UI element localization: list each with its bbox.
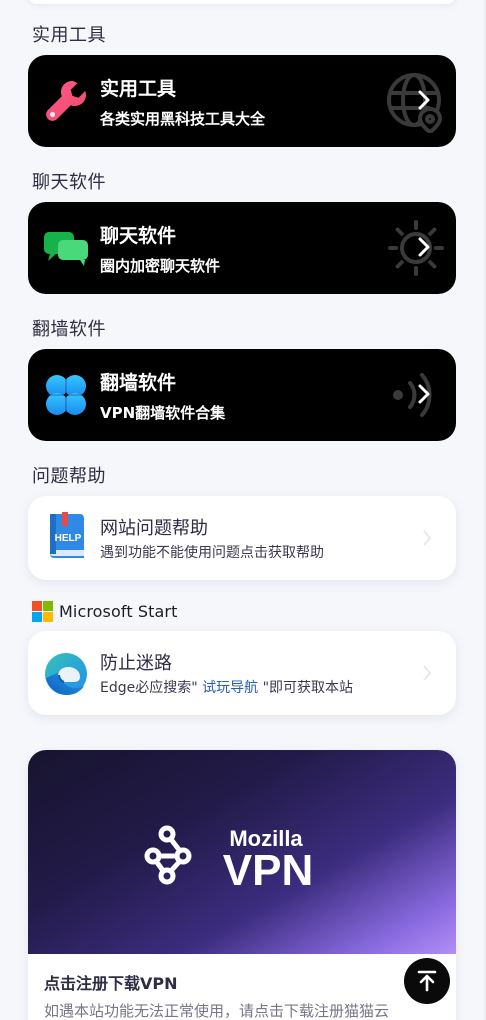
chevron-right-icon: [418, 384, 430, 404]
page: 实用工具 实用工具 各类实用黑科技工具大全 聊天软件 聊天软件 圈内加密聊天软件…: [0, 0, 486, 1020]
chat-card-subtitle: 圈内加密聊天软件: [100, 257, 221, 275]
help-card-subtitle: 遇到功能不能使用问题点击获取帮助: [100, 545, 324, 561]
edge-card-subtitle: Edge必应搜索" 试玩导航 "即可获取本站: [100, 677, 353, 697]
vpn-card-title: 翻墙软件: [100, 372, 177, 394]
section-heading-help: 问题帮助: [32, 466, 106, 487]
chevron-right-icon: [423, 665, 432, 681]
edge-card[interactable]: 防止迷路 Edge必应搜索" 试玩导航 "即可获取本站: [28, 631, 456, 715]
edge-subtitle-suffix: "即可获取本站: [262, 680, 354, 696]
edge-subtitle-prefix: Edge必应搜索": [100, 680, 198, 696]
tools-card-title: 实用工具: [100, 78, 177, 100]
arrow-up-to-line-icon: [417, 970, 437, 992]
microsoft-start-brand: Microsoft Start: [32, 600, 177, 622]
promo-description: 如遇本站功能无法正常使用，请点击下载注册猫猫云: [44, 1002, 390, 1020]
chat-bubbles-icon: [44, 232, 88, 266]
clover-icon: [46, 375, 86, 415]
chat-card[interactable]: 聊天软件 圈内加密聊天软件: [28, 202, 456, 294]
vpn-promo-card[interactable]: Mozilla VPN 点击注册下载VPN 如遇本站功能无法正常使用，请点击下载…: [28, 750, 456, 1020]
chat-card-title: 聊天软件: [100, 225, 177, 247]
help-book-icon: HELP: [50, 512, 84, 558]
chevron-right-icon: [418, 90, 430, 110]
mozilla-vpn-logo: Mozilla VPN: [144, 825, 313, 886]
promo-title: 点击注册下载VPN: [44, 974, 178, 993]
svg-text:VPN: VPN: [223, 846, 313, 886]
vpn-card[interactable]: 翻墙软件 VPN翻墙软件合集: [28, 349, 456, 441]
edge-card-title: 防止迷路: [100, 653, 172, 674]
chevron-right-icon: [423, 530, 432, 546]
previous-card-edge: [28, 0, 456, 4]
try-nav-link[interactable]: 试玩导航: [202, 680, 258, 696]
help-card-title: 网站问题帮助: [100, 518, 208, 539]
chevron-right-icon: [418, 237, 430, 257]
tools-card-subtitle: 各类实用黑科技工具大全: [100, 110, 266, 128]
vpn-card-subtitle: VPN翻墙软件合集: [100, 404, 226, 422]
help-card[interactable]: HELP 网站问题帮助 遇到功能不能使用问题点击获取帮助: [28, 496, 456, 580]
section-heading-vpn: 翻墙软件: [32, 319, 106, 340]
microsoft-start-label: Microsoft Start: [59, 601, 178, 621]
edge-icon: [45, 653, 87, 695]
section-heading-tools: 实用工具: [32, 25, 106, 46]
svg-text:HELP: HELP: [55, 533, 82, 544]
wrench-icon: [46, 81, 86, 121]
back-to-top-button[interactable]: [404, 958, 450, 1004]
promo-banner: Mozilla VPN: [28, 750, 456, 954]
microsoft-logo-icon: [32, 600, 53, 622]
tools-card[interactable]: 实用工具 各类实用黑科技工具大全: [28, 55, 456, 147]
section-heading-chat: 聊天软件: [32, 172, 106, 193]
